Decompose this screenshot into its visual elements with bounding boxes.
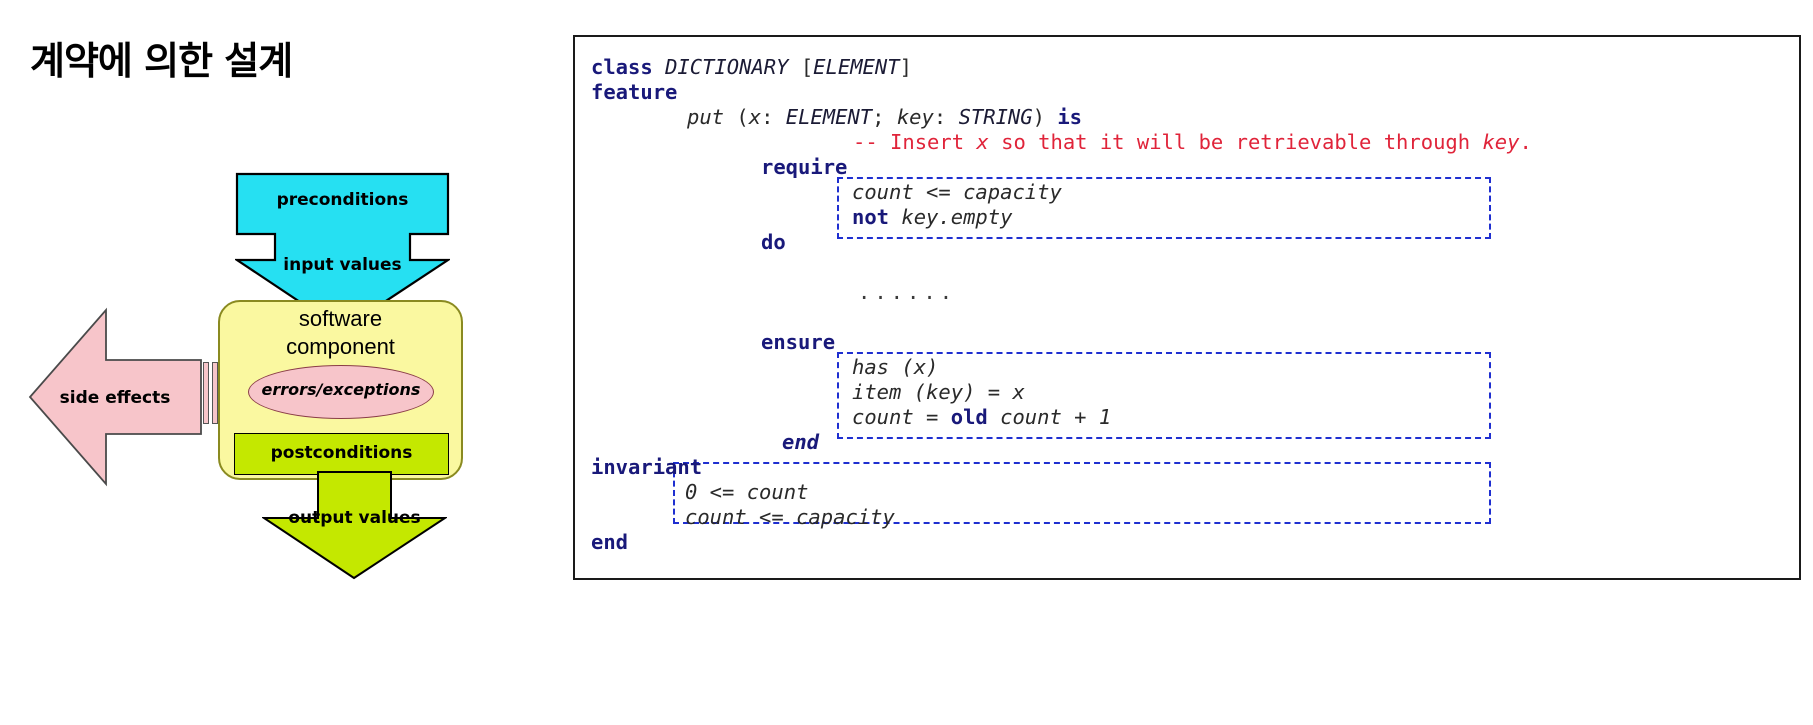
output-values-label: output values bbox=[288, 508, 421, 528]
software-component-label-line1: software bbox=[298, 306, 383, 331]
eiffel-code-panel: class DICTIONARY [ELEMENT] feature put (… bbox=[573, 35, 1801, 580]
input-values-label: input values bbox=[283, 255, 402, 275]
code-line-invariant-1: 0 <= count bbox=[685, 480, 809, 504]
page-title: 계약에 의한 설계 bbox=[30, 39, 293, 83]
code-line-feature: feature bbox=[591, 80, 678, 104]
code-line-comment: -- Insert x so that it will be retrievab… bbox=[853, 130, 1532, 154]
code-line-do: do bbox=[761, 230, 786, 254]
software-component-label-line2: component bbox=[286, 334, 395, 359]
code-line-require: require bbox=[761, 155, 848, 179]
errors-exceptions-label: errors/exceptions bbox=[261, 380, 421, 399]
code-line-ensure: ensure bbox=[761, 330, 836, 354]
code-line-postcondition-3: count = old count + 1 bbox=[852, 405, 1112, 429]
code-line-precondition-1: count <= capacity bbox=[852, 180, 1062, 204]
code-line-precondition-2: not key.empty bbox=[852, 205, 1013, 229]
code-line-postcondition-2: item (key) = x bbox=[852, 380, 1025, 404]
code-line-class-end: end bbox=[591, 530, 629, 554]
code-line-body-ellipsis: ...... bbox=[858, 280, 957, 304]
code-line-routine-end: end bbox=[782, 430, 820, 454]
code-listing: class DICTIONARY [ELEMENT] feature put (… bbox=[575, 37, 1799, 578]
postconditions-label: postconditions bbox=[270, 443, 413, 463]
software-component-label: software component bbox=[218, 305, 463, 361]
code-line-postcondition-1: has (x) bbox=[852, 355, 939, 379]
code-line-class: class DICTIONARY [ELEMENT] bbox=[591, 55, 912, 79]
design-by-contract-diagram: preconditions input values side effects … bbox=[0, 150, 545, 580]
code-line-put-signature: put (x: ELEMENT; key: STRING) is bbox=[687, 105, 1082, 129]
connector-bar-1 bbox=[203, 362, 209, 424]
preconditions-label: preconditions bbox=[276, 190, 409, 210]
side-effects-label: side effects bbox=[59, 388, 171, 408]
code-line-invariant-2: count <= capacity bbox=[685, 505, 895, 529]
code-line-invariant: invariant bbox=[591, 455, 703, 479]
slide-root: 계약에 의한 설계 preconditions input values sid… bbox=[0, 0, 1813, 725]
